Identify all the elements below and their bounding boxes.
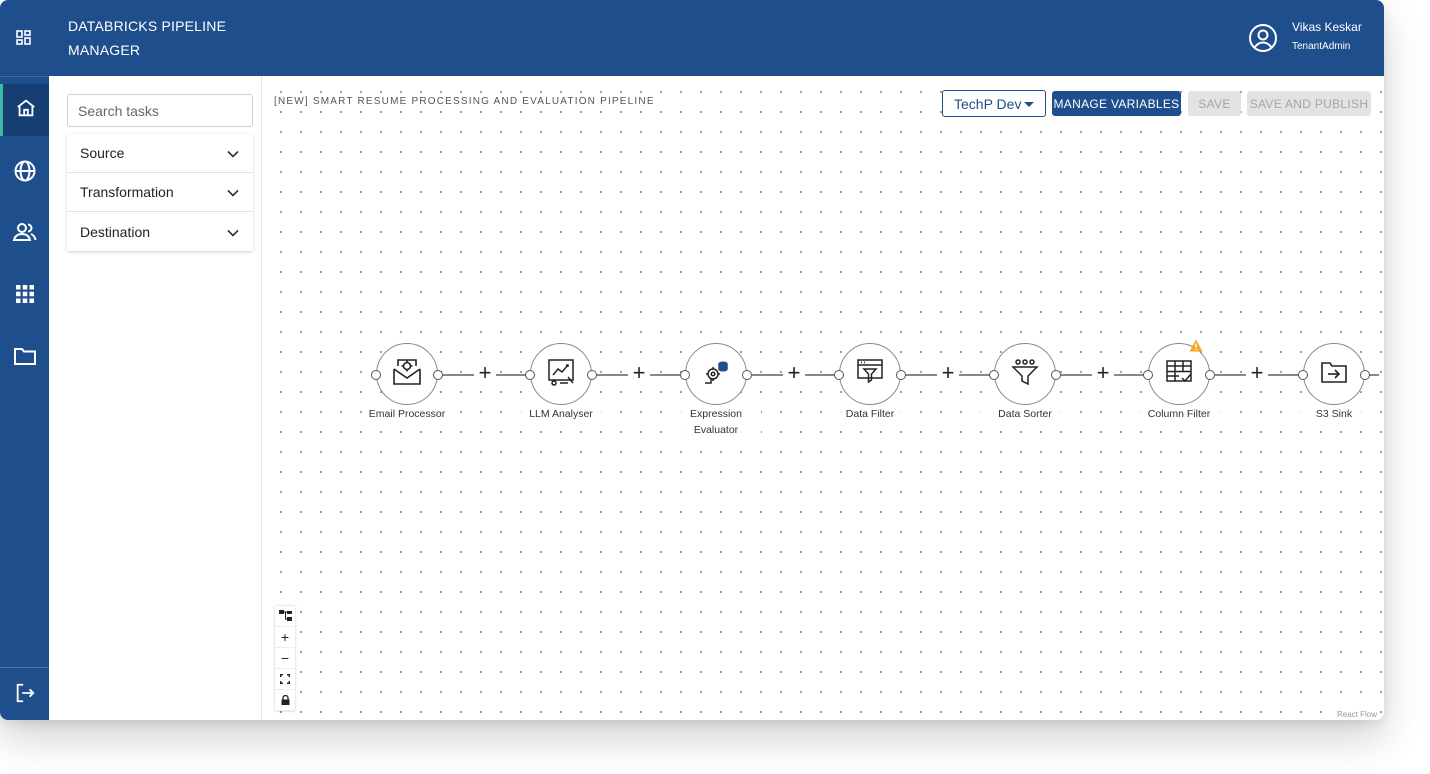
node-column-filter[interactable] bbox=[1143, 339, 1215, 405]
category-label: Destination bbox=[80, 223, 151, 240]
user-name: Vikas Keskar bbox=[1292, 20, 1362, 34]
nav-rail bbox=[0, 76, 49, 720]
input-handle[interactable] bbox=[1143, 370, 1153, 380]
node-label: Expression Evaluator bbox=[671, 406, 761, 438]
minus-icon: − bbox=[280, 650, 290, 666]
node-label: S3 Sink bbox=[1289, 406, 1379, 422]
input-handle[interactable] bbox=[371, 370, 381, 380]
output-handle[interactable] bbox=[742, 370, 752, 380]
nav-folder[interactable] bbox=[0, 332, 49, 384]
app-switcher-icon[interactable] bbox=[14, 28, 34, 48]
add-step-button[interactable]: + bbox=[474, 362, 496, 384]
add-step-button[interactable]: + bbox=[783, 362, 805, 384]
chevron-down-icon bbox=[227, 145, 239, 161]
logout-icon bbox=[14, 682, 36, 709]
add-step-button[interactable]: + bbox=[937, 362, 959, 384]
task-panel: Source Transformation Destination bbox=[49, 76, 262, 720]
chevron-down-icon bbox=[227, 184, 239, 200]
add-step-button[interactable]: + bbox=[628, 362, 650, 384]
task-category-accordion: Source Transformation Destination bbox=[67, 134, 253, 251]
top-header: DATABRICKS PIPELINE MANAGER Vikas Keskar… bbox=[0, 0, 1384, 76]
nav-globe[interactable] bbox=[0, 147, 49, 199]
chevron-down-icon bbox=[227, 224, 239, 240]
pipeline-canvas[interactable]: [NEW] SMART RESUME PROCESSING AND EVALUA… bbox=[263, 76, 1384, 720]
environment-select[interactable]: TechP Dev bbox=[942, 90, 1046, 117]
gears-database-icon bbox=[701, 357, 731, 392]
ai-chart-icon bbox=[546, 357, 576, 392]
zoom-in-button[interactable]: + bbox=[275, 627, 295, 648]
edge bbox=[1369, 374, 1379, 376]
plus-icon: + bbox=[280, 629, 290, 645]
warning-icon[interactable] bbox=[1189, 339, 1203, 352]
nav-home[interactable] bbox=[0, 84, 49, 136]
node-label: Column Filter bbox=[1134, 406, 1224, 422]
output-handle[interactable] bbox=[1360, 370, 1370, 380]
nav-apps[interactable] bbox=[0, 270, 49, 322]
environment-value: TechP Dev bbox=[954, 95, 1022, 112]
table-check-icon bbox=[1164, 357, 1194, 392]
node-expression-evaluator[interactable] bbox=[680, 343, 752, 405]
lock-icon bbox=[281, 692, 290, 708]
node-label: Data Filter bbox=[825, 406, 915, 422]
output-handle[interactable] bbox=[1051, 370, 1061, 380]
folder-icon bbox=[13, 345, 37, 372]
input-handle[interactable] bbox=[525, 370, 535, 380]
user-role: TenantAdmin bbox=[1292, 41, 1351, 52]
fit-view-button[interactable] bbox=[275, 669, 295, 690]
app-title: DATABRICKS PIPELINE MANAGER bbox=[68, 18, 227, 58]
nav-users[interactable] bbox=[0, 208, 49, 260]
add-step-button[interactable]: + bbox=[1092, 362, 1114, 384]
input-handle[interactable] bbox=[989, 370, 999, 380]
save-button[interactable]: SAVE bbox=[1188, 91, 1241, 116]
globe-icon bbox=[13, 159, 37, 188]
folder-export-icon bbox=[1320, 359, 1348, 390]
manage-variables-button[interactable]: MANAGE VARIABLES bbox=[1052, 91, 1181, 116]
output-handle[interactable] bbox=[1205, 370, 1215, 380]
node-s3-sink[interactable] bbox=[1298, 343, 1370, 405]
search-input[interactable] bbox=[67, 94, 253, 127]
funnel-sort-icon bbox=[1010, 357, 1040, 392]
canvas-controls: + − bbox=[275, 606, 295, 711]
lock-button[interactable] bbox=[275, 690, 295, 711]
react-flow-attribution[interactable]: React Flow bbox=[1333, 709, 1380, 720]
node-email-processor[interactable] bbox=[371, 343, 443, 405]
app-window: DATABRICKS PIPELINE MANAGER Vikas Keskar… bbox=[0, 0, 1384, 720]
apps-grid-icon bbox=[15, 284, 35, 309]
category-destination[interactable]: Destination bbox=[67, 212, 253, 251]
caret-down-icon bbox=[1024, 102, 1034, 107]
category-label: Source bbox=[80, 145, 125, 161]
category-label: Transformation bbox=[80, 184, 174, 200]
node-data-filter[interactable] bbox=[834, 343, 906, 405]
input-handle[interactable] bbox=[680, 370, 690, 380]
users-icon bbox=[12, 220, 38, 249]
auto-layout-button[interactable] bbox=[275, 606, 295, 627]
node-llm-analyser[interactable] bbox=[525, 343, 597, 405]
layout-tree-icon bbox=[278, 608, 292, 624]
node-data-sorter[interactable] bbox=[989, 343, 1061, 405]
node-label: Email Processor bbox=[362, 406, 452, 422]
filter-window-icon bbox=[855, 357, 885, 392]
node-label: Data Sorter bbox=[980, 406, 1070, 422]
add-step-button[interactable]: + bbox=[1246, 362, 1268, 384]
user-avatar-icon[interactable] bbox=[1247, 22, 1279, 54]
zoom-out-button[interactable]: − bbox=[275, 648, 295, 669]
output-handle[interactable] bbox=[896, 370, 906, 380]
category-source[interactable]: Source bbox=[67, 134, 253, 173]
output-handle[interactable] bbox=[433, 370, 443, 380]
fit-view-icon bbox=[280, 671, 290, 687]
save-and-publish-button[interactable]: SAVE AND PUBLISH bbox=[1247, 91, 1371, 116]
nav-divider bbox=[0, 667, 49, 668]
input-handle[interactable] bbox=[1298, 370, 1308, 380]
home-icon bbox=[15, 97, 37, 124]
input-handle[interactable] bbox=[834, 370, 844, 380]
output-handle[interactable] bbox=[587, 370, 597, 380]
email-gear-icon bbox=[391, 357, 423, 392]
pipeline-name: [NEW] SMART RESUME PROCESSING AND EVALUA… bbox=[274, 96, 658, 107]
node-label: LLM Analyser bbox=[516, 406, 606, 422]
logout-button[interactable] bbox=[0, 669, 49, 720]
category-transformation[interactable]: Transformation bbox=[67, 173, 253, 212]
